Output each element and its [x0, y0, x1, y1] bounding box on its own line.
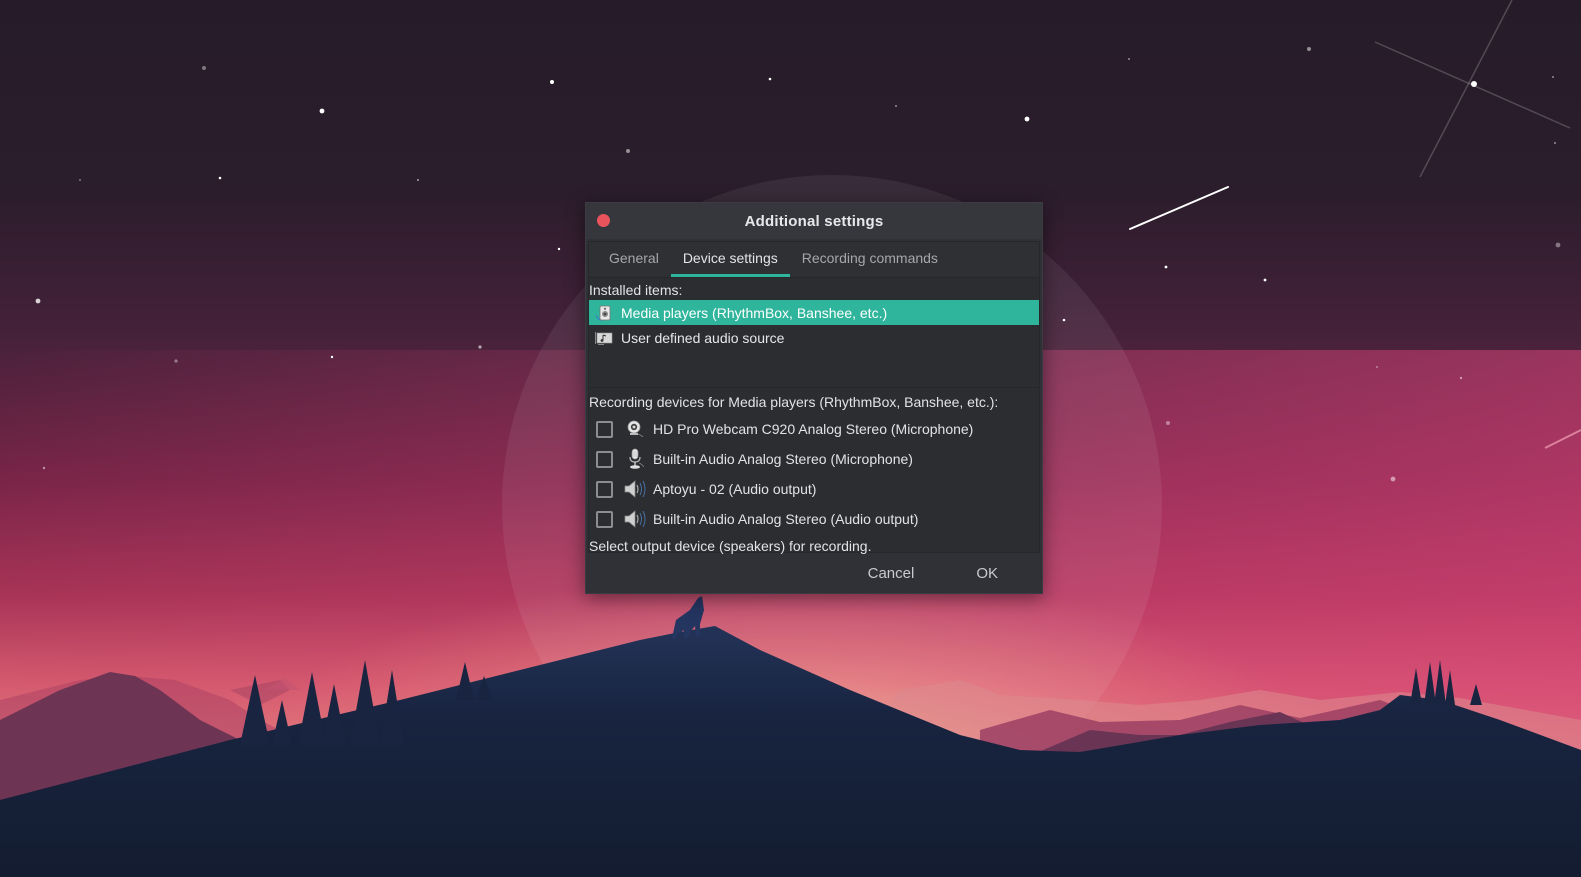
- device-checkbox[interactable]: [596, 450, 613, 468]
- device-row-webcam[interactable]: HD Pro Webcam C920 Analog Stereo (Microp…: [589, 414, 1039, 444]
- tab-general[interactable]: General: [597, 241, 671, 277]
- device-label: Built-in Audio Analog Stereo (Microphone…: [653, 451, 913, 467]
- music-screen-icon: [593, 328, 615, 348]
- speaker-icon: [623, 508, 647, 530]
- close-icon[interactable]: [597, 214, 610, 227]
- tab-bar: General Device settings Recording comman…: [589, 242, 1039, 278]
- ok-button[interactable]: OK: [958, 559, 1016, 588]
- dialog-body: General Device settings Recording comman…: [588, 241, 1040, 554]
- device-label: Aptoyu - 02 (Audio output): [653, 481, 817, 497]
- cancel-button[interactable]: Cancel: [850, 559, 933, 588]
- device-label: HD Pro Webcam C920 Analog Stereo (Microp…: [653, 421, 974, 437]
- device-checkbox[interactable]: [596, 420, 613, 438]
- installed-items-label: Installed items:: [589, 282, 683, 298]
- list-item-label: Media players (RhythmBox, Banshee, etc.): [621, 304, 888, 321]
- dialog-title: Additional settings: [744, 212, 884, 230]
- tab-device-settings[interactable]: Device settings: [670, 241, 790, 277]
- device-label: Built-in Audio Analog Stereo (Audio outp…: [653, 511, 919, 527]
- speaker-box-icon: [593, 303, 615, 323]
- list-item-label: User defined audio source: [621, 329, 785, 346]
- device-row-builtin-output[interactable]: Built-in Audio Analog Stereo (Audio outp…: [589, 504, 1039, 534]
- speaker-icon: [623, 478, 647, 500]
- list-item-user-defined-audio-source[interactable]: User defined audio source: [589, 325, 1039, 350]
- device-row-builtin-microphone[interactable]: Built-in Audio Analog Stereo (Microphone…: [589, 444, 1039, 474]
- tab-recording-commands[interactable]: Recording commands: [790, 241, 950, 277]
- device-row-aptoyu-output[interactable]: Aptoyu - 02 (Audio output): [589, 474, 1039, 504]
- dialog-button-bar: Cancel OK: [586, 553, 1042, 593]
- webcam-icon: [623, 418, 647, 440]
- installed-items-list[interactable]: Media players (RhythmBox, Banshee, etc.)…: [589, 300, 1039, 388]
- dialog-titlebar[interactable]: Additional settings: [586, 203, 1042, 239]
- device-checkbox[interactable]: [596, 510, 613, 528]
- device-checkbox[interactable]: [596, 480, 613, 498]
- additional-settings-dialog: Additional settings General Device setti…: [585, 202, 1043, 594]
- recording-devices-label: Recording devices for Media players (Rhy…: [589, 394, 999, 410]
- list-item-media-players[interactable]: Media players (RhythmBox, Banshee, etc.): [589, 300, 1039, 325]
- microphone-icon: [623, 448, 647, 470]
